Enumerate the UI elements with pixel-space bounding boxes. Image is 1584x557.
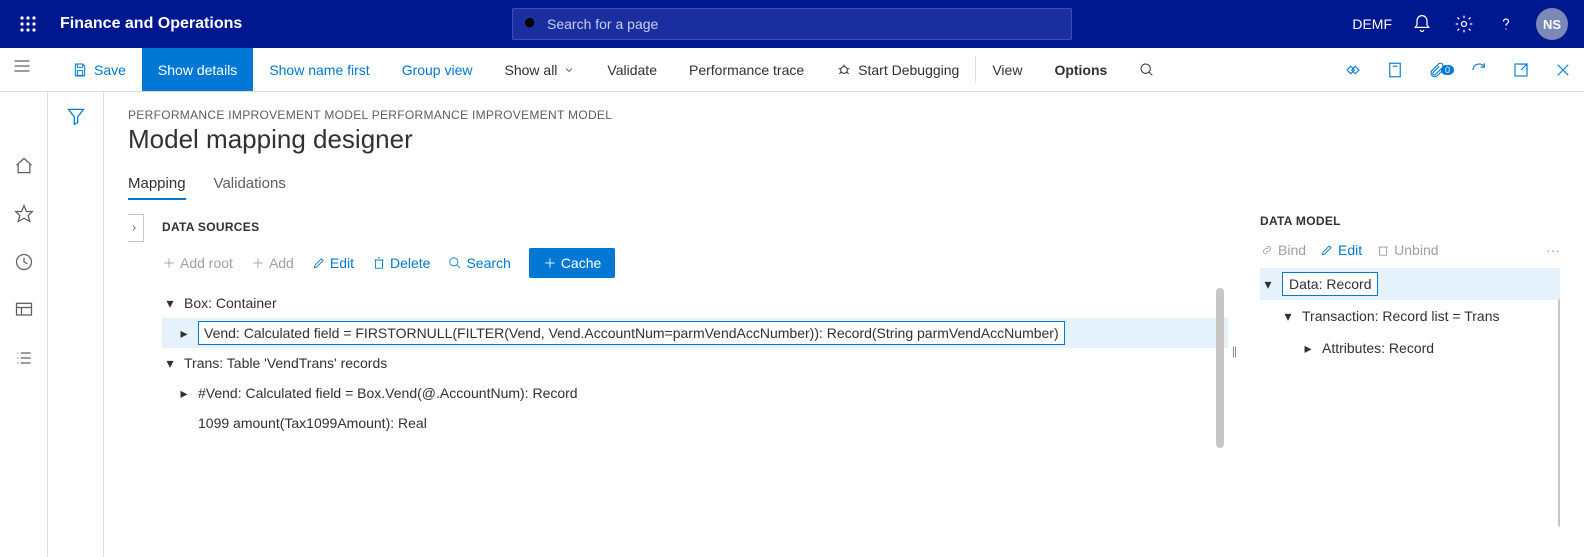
caret-right-icon[interactable]: ▸ — [1300, 340, 1316, 357]
caret-down-icon[interactable]: ▾ — [162, 295, 178, 312]
show-name-first-button[interactable]: Show name first — [253, 48, 385, 91]
workspace-icon[interactable] — [12, 298, 36, 322]
caret-down-icon[interactable]: ▾ — [162, 355, 178, 372]
app-title: Finance and Operations — [60, 15, 242, 33]
page-title: Model mapping designer — [128, 124, 1560, 155]
start-debugging-button[interactable]: Start Debugging — [820, 48, 975, 91]
filter-column — [48, 92, 104, 557]
show-details-button[interactable]: Show details — [142, 48, 253, 91]
add-root-button[interactable]: Add root — [162, 255, 233, 271]
caret-right-icon[interactable]: ▸ — [176, 385, 192, 402]
panel-splitter[interactable]: || — [1228, 214, 1240, 557]
add-button[interactable]: Add — [251, 255, 294, 271]
ds-search-button[interactable]: Search — [448, 255, 510, 271]
close-icon[interactable] — [1542, 61, 1584, 79]
search-input[interactable] — [547, 16, 1061, 32]
attach-badge: 0 — [1441, 65, 1454, 75]
tree-node-1099[interactable]: 1099 amount(Tax1099Amount): Real — [162, 408, 1228, 438]
attach-tool-icon[interactable]: 0 — [1416, 61, 1458, 79]
save-label: Save — [94, 62, 126, 78]
help-icon[interactable] — [1494, 12, 1518, 36]
show-all-dropdown[interactable]: Show all — [489, 48, 592, 91]
dm-scrollbar-vertical[interactable] — [1558, 298, 1560, 528]
performance-trace-button[interactable]: Performance trace — [673, 48, 820, 91]
breadcrumb: PERFORMANCE IMPROVEMENT MODEL PERFORMANC… — [128, 108, 1560, 122]
dm-node-data[interactable]: ▾ Data: Record — [1260, 268, 1560, 300]
bug-icon — [836, 62, 852, 78]
environment-label: DEMF — [1352, 16, 1392, 32]
search-icon — [523, 16, 539, 32]
edit-button[interactable]: Edit — [312, 255, 354, 271]
data-model-tree: ▾ Data: Record ▾ Transaction: Record lis… — [1260, 268, 1560, 364]
caret-down-icon[interactable]: ▾ — [1280, 308, 1296, 325]
collapse-handle[interactable] — [128, 214, 144, 242]
tab-mapping[interactable]: Mapping — [128, 175, 186, 200]
caret-right-icon[interactable]: ▸ — [176, 325, 192, 342]
top-nav: Finance and Operations DEMF NS — [0, 0, 1584, 48]
unbind-button[interactable]: Unbind — [1376, 242, 1438, 258]
tree-scrollbar[interactable] — [1216, 288, 1224, 448]
data-model-header: DATA MODEL — [1260, 214, 1560, 228]
notification-icon[interactable] — [1410, 12, 1434, 36]
global-search[interactable] — [512, 8, 1072, 40]
caret-down-icon[interactable]: ▾ — [1260, 276, 1276, 293]
home-icon[interactable] — [12, 154, 36, 178]
user-avatar[interactable]: NS — [1536, 8, 1568, 40]
star-icon[interactable] — [12, 202, 36, 226]
view-menu[interactable]: View — [976, 48, 1038, 91]
action-bar: Save Show details Show name first Group … — [0, 48, 1584, 92]
delete-button[interactable]: Delete — [372, 255, 430, 271]
dm-more-icon[interactable]: ··· — [1546, 242, 1560, 258]
gear-icon[interactable] — [1452, 12, 1476, 36]
group-view-button[interactable]: Group view — [386, 48, 489, 91]
nav-toggle-icon[interactable] — [12, 56, 32, 79]
bind-button[interactable]: Bind — [1260, 242, 1306, 258]
app-launcher-icon[interactable] — [8, 0, 48, 48]
toolbar-search-icon[interactable] — [1123, 48, 1171, 91]
data-sources-header: DATA SOURCES — [162, 214, 1228, 234]
chevron-down-icon — [563, 64, 575, 76]
dm-edit-button[interactable]: Edit — [1320, 242, 1362, 258]
link-tool-icon[interactable] — [1332, 61, 1374, 79]
cache-button[interactable]: Cache — [529, 248, 615, 278]
recent-icon[interactable] — [12, 250, 36, 274]
refresh-icon[interactable] — [1458, 61, 1500, 79]
left-rail — [0, 92, 48, 557]
modules-icon[interactable] — [12, 346, 36, 370]
validate-button[interactable]: Validate — [591, 48, 673, 91]
filter-icon[interactable] — [66, 106, 86, 557]
tab-validations[interactable]: Validations — [214, 175, 286, 200]
tree-node-vend[interactable]: ▸ Vend: Calculated field = FIRSTORNULL(F… — [162, 318, 1228, 348]
data-sources-tree: ▾ Box: Container ▸ Vend: Calculated fiel… — [162, 288, 1228, 438]
options-menu[interactable]: Options — [1038, 48, 1123, 91]
tree-node-trans[interactable]: ▾ Trans: Table 'VendTrans' records — [162, 348, 1228, 378]
popout-icon[interactable] — [1500, 61, 1542, 79]
dm-node-attributes[interactable]: ▸ Attributes: Record — [1260, 332, 1560, 364]
dm-node-transaction[interactable]: ▾ Transaction: Record list = Trans — [1260, 300, 1560, 332]
tree-node-box[interactable]: ▾ Box: Container — [162, 288, 1228, 318]
tree-node-hash-vend[interactable]: ▸ #Vend: Calculated field = Box.Vend(@.A… — [162, 378, 1228, 408]
save-button[interactable]: Save — [56, 48, 142, 91]
office-tool-icon[interactable] — [1374, 61, 1416, 79]
